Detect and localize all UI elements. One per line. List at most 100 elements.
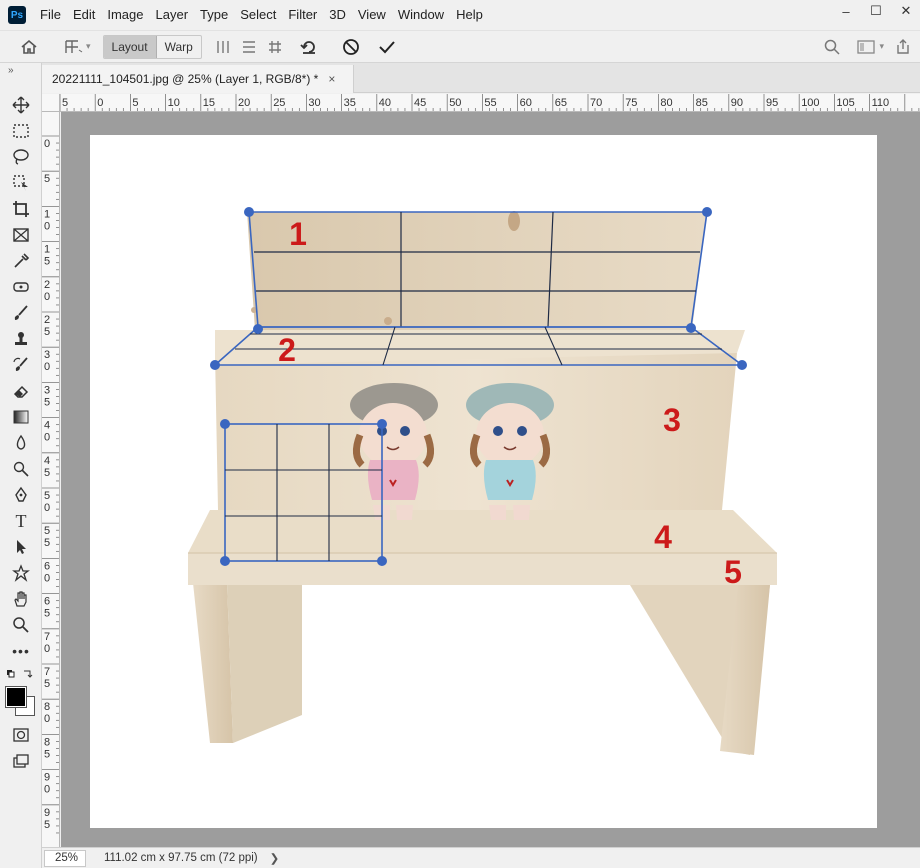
document-tab-bar: 20221111_104501.jpg @ 25% (Layer 1, RGB/… <box>42 63 920 93</box>
menu-window[interactable]: Window <box>392 0 450 30</box>
frame-tool-icon[interactable] <box>8 223 34 247</box>
gradient-tool-icon[interactable] <box>8 405 34 429</box>
document-tab[interactable]: 20221111_104501.jpg @ 25% (Layer 1, RGB/… <box>42 65 354 93</box>
spot-healing-tool-icon[interactable] <box>8 275 34 299</box>
ruler-h-label: 5 <box>132 97 138 109</box>
search-icon[interactable] <box>819 34 845 60</box>
path-selection-tool-icon[interactable] <box>8 535 34 559</box>
close-window-icon[interactable]: ✕ <box>892 0 920 22</box>
ruler-h-label: 55 <box>484 97 496 109</box>
tools-panel: » T ••• <box>0 63 42 868</box>
marquee-tool-icon[interactable] <box>8 119 34 143</box>
ruler-h-label: 60 <box>520 97 532 109</box>
ruler-h-label: 90 <box>731 97 743 109</box>
ruler-v-label: 95 <box>44 807 50 831</box>
clone-stamp-tool-icon[interactable] <box>8 327 34 351</box>
ruler-h-label: 65 <box>555 97 567 109</box>
plane-label-3: 3 <box>663 402 681 438</box>
ruler-h-label: 20 <box>238 97 250 109</box>
horizontal-ruler-ticks: 5 0 5 10 15 20 25 30 35 40 45 50 55 60 65 70 75 80 85 90 95 1… <box>60 94 920 111</box>
cancel-icon[interactable] <box>338 34 364 60</box>
document-tab-title: 20221111_104501.jpg @ 25% (Layer 1, RGB/… <box>52 72 319 86</box>
ruler-h-label: 5 <box>62 97 68 109</box>
lasso-tool-icon[interactable] <box>8 145 34 169</box>
ruler-v-label: 65 <box>44 596 50 620</box>
close-tab-icon[interactable]: × <box>328 72 335 86</box>
warp-mode-button[interactable]: Warp <box>157 36 201 58</box>
maximize-icon[interactable]: ☐ <box>862 0 890 22</box>
blur-tool-icon[interactable] <box>8 431 34 455</box>
ruler-corner <box>42 94 60 112</box>
ruler-v-label: 50 <box>44 490 50 514</box>
more-tools-icon[interactable]: ••• <box>8 639 34 663</box>
ruler-v-label: 55 <box>44 525 50 549</box>
menu-edit[interactable]: Edit <box>67 0 101 30</box>
brush-tool-icon[interactable] <box>8 301 34 325</box>
expand-panel-icon[interactable]: » <box>8 65 14 76</box>
remove-warp-icon[interactable] <box>296 34 322 60</box>
ruler-h-label: 105 <box>836 97 854 109</box>
menu-3d[interactable]: 3D <box>323 0 352 30</box>
screen-mode-icon[interactable] <box>8 749 34 773</box>
menu-type[interactable]: Type <box>194 0 234 30</box>
eyedropper-tool-icon[interactable] <box>8 249 34 273</box>
ruler-h-label: 95 <box>766 97 778 109</box>
ruler-v-label: 40 <box>44 420 50 444</box>
chevron-down-icon[interactable]: ▾ <box>879 41 884 52</box>
horizontal-ruler[interactable]: 5 0 5 10 15 20 25 30 35 40 45 50 55 60 65 70 75 80 85 90 95 1… <box>60 94 920 112</box>
menu-help[interactable]: Help <box>450 0 489 30</box>
hand-tool-icon[interactable] <box>8 587 34 611</box>
auto-straighten-vertical-icon[interactable] <box>210 34 236 60</box>
eraser-tool-icon[interactable] <box>8 379 34 403</box>
menu-select[interactable]: Select <box>234 0 282 30</box>
canvas-area[interactable]: 1 2 3 4 5 <box>61 112 920 847</box>
ruler-v-label: 80 <box>44 701 50 725</box>
ruler-h-label: 35 <box>344 97 356 109</box>
workspace-icon[interactable] <box>853 34 879 60</box>
bench-leg-left-front <box>193 583 233 743</box>
ruler-h-label: 30 <box>308 97 320 109</box>
menu-view[interactable]: View <box>352 0 392 30</box>
ruler-h-label: 70 <box>590 97 602 109</box>
zoom-tool-icon[interactable] <box>8 613 34 637</box>
pen-tool-icon[interactable] <box>8 483 34 507</box>
commit-checkmark-icon[interactable] <box>374 34 400 60</box>
quick-mask-icon[interactable] <box>8 723 34 747</box>
auto-straighten-horizontal-icon[interactable] <box>236 34 262 60</box>
status-menu-arrow-icon[interactable]: ❯ <box>270 851 280 865</box>
layout-mode-button[interactable]: Layout <box>103 35 157 58</box>
ruler-v-label: 30 <box>44 349 50 373</box>
object-selection-tool-icon[interactable] <box>8 171 34 195</box>
ruler-v-label: 60 <box>44 560 50 584</box>
menu-file[interactable]: File <box>34 0 67 30</box>
crop-tool-icon[interactable] <box>8 197 34 221</box>
foreground-color-swatch[interactable] <box>5 686 27 708</box>
move-tool-icon[interactable] <box>8 93 34 117</box>
perspective-warp-tool-icon[interactable] <box>60 34 86 60</box>
share-icon[interactable] <box>890 34 916 60</box>
dodge-tool-icon[interactable] <box>8 457 34 481</box>
window-controls: – ☐ ✕ <box>830 0 920 24</box>
menu-bar: Ps File Edit Image Layer Type Select Filter 3D V… <box>0 0 920 30</box>
minimize-icon[interactable]: – <box>832 0 860 22</box>
default-colors-icon[interactable] <box>6 669 36 681</box>
ruler-h-label: 50 <box>449 97 461 109</box>
ruler-v-label: 70 <box>44 631 50 655</box>
auto-straighten-both-icon[interactable] <box>262 34 288 60</box>
photoshop-logo-icon: Ps <box>8 6 26 24</box>
home-icon[interactable] <box>16 34 42 60</box>
ruler-v-label: 20 <box>44 279 50 303</box>
type-tool-icon[interactable]: T <box>8 509 34 533</box>
document-canvas[interactable]: 1 2 3 4 5 <box>90 135 877 828</box>
status-bar: 25% 111.02 cm x 97.75 cm (72 ppi) ❯ <box>42 847 920 868</box>
ruler-h-label: 85 <box>696 97 708 109</box>
chevron-down-icon[interactable]: ▾ <box>86 41 91 52</box>
menu-image[interactable]: Image <box>101 0 149 30</box>
vertical-ruler[interactable]: 0 5 10 15 20 25 30 35 40 45 50 55 60 65 70 75 80 85 90 95 <box>42 112 60 847</box>
mode-toggle: Layout Warp <box>102 34 202 59</box>
custom-shape-tool-icon[interactable] <box>8 561 34 585</box>
menu-filter[interactable]: Filter <box>282 0 323 30</box>
menu-layer[interactable]: Layer <box>150 0 195 30</box>
zoom-level-field[interactable]: 25% <box>44 849 86 867</box>
history-brush-tool-icon[interactable] <box>8 353 34 377</box>
